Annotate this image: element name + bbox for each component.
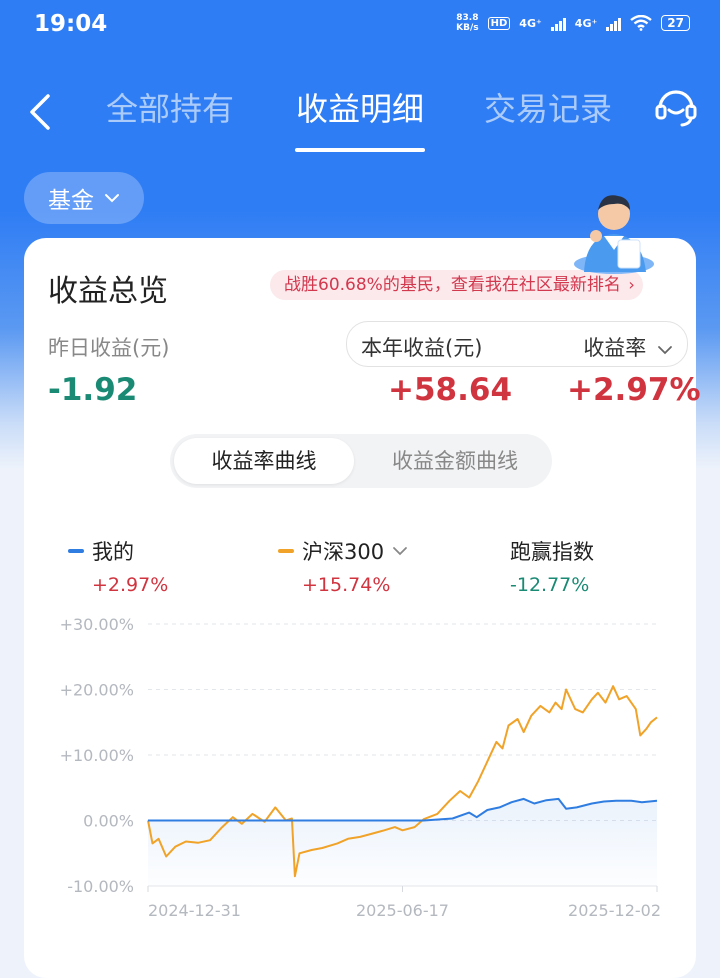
curve-type-toggle: 收益率曲线 收益金额曲线: [170, 434, 552, 488]
wifi-icon: [630, 15, 653, 31]
chevron-down-icon: [105, 194, 119, 203]
y-tick-label: -10.00%: [67, 877, 134, 896]
status-time: 19:04: [34, 11, 108, 37]
y-tick-label: +20.00%: [60, 681, 134, 700]
active-tab-indicator: [295, 148, 425, 152]
legend-value: -12.77%: [510, 574, 590, 596]
series-area-mine: [148, 798, 657, 886]
battery-icon: 27: [661, 15, 690, 31]
net-speed-value: 83.8: [456, 13, 479, 23]
sim1-label: 4G⁺: [519, 16, 542, 30]
legend-value: +2.97%: [92, 574, 169, 596]
y-tick-label: +30.00%: [60, 615, 134, 634]
y-tick-label: +10.00%: [60, 746, 134, 765]
tab-return-rate-curve[interactable]: 收益率曲线: [174, 438, 354, 484]
return-rate-value: +2.97%: [567, 372, 701, 408]
net-speed-unit: KB/s: [456, 23, 479, 33]
net-speed: 83.8 KB/s: [456, 13, 478, 33]
mascot-illustration: [574, 195, 654, 274]
legend-csi300[interactable]: 沪深300 +15.74%: [278, 536, 408, 596]
hd-icon: HD: [487, 16, 511, 30]
rate-label: 收益率: [583, 336, 647, 360]
sim2-label: 4G⁺: [574, 16, 598, 30]
year-earnings-label: 本年收益(元): [361, 336, 483, 360]
fund-type-dropdown[interactable]: 基金: [24, 172, 144, 224]
yesterday-earnings-value: -1.92: [48, 372, 138, 408]
tab-all-holdings[interactable]: 全部持有: [106, 84, 234, 130]
x-tick-label: 2025-06-17: [356, 901, 449, 920]
fund-type-label: 基金: [48, 188, 94, 214]
legend-mine: 我的 +2.97%: [68, 536, 168, 596]
chevron-right-icon: ›: [628, 275, 635, 294]
tab-earnings-detail[interactable]: 收益明细: [296, 84, 424, 130]
status-icons: 83.8 KB/s HD 4G⁺ 4G⁺ 27: [456, 13, 690, 33]
chevron-down-icon: [393, 547, 407, 556]
return-rate-chart: +30.00% +20.00% +10.00% 0.00% -10.00% 2024-12…: [60, 615, 661, 920]
x-tick-label: 2024-12-31: [148, 901, 241, 920]
rate-dropdown[interactable]: 收益率: [583, 332, 673, 362]
tab-transactions[interactable]: 交易记录: [484, 84, 612, 130]
signal-icon: [606, 15, 622, 31]
legend-name: 跑赢指数: [510, 540, 594, 564]
x-tick-label: 2025-12-02: [568, 901, 661, 920]
legend-excess: 跑赢指数 -12.77%: [510, 536, 594, 596]
overview-title: 收益总览: [48, 274, 168, 309]
community-rank-banner[interactable]: 战胜60.68%的基民，查看我在社区最新排名 ›: [270, 270, 643, 300]
back-icon[interactable]: [22, 80, 62, 140]
metric-selector: 本年收益(元) 收益率: [346, 321, 688, 367]
top-navigation: 全部持有 收益明细 交易记录: [0, 70, 720, 160]
tab-amount-curve[interactable]: 收益金额曲线: [364, 438, 546, 484]
signal-icon: [550, 15, 566, 31]
rank-banner-text: 战胜60.68%的基民，查看我在社区最新排名: [284, 275, 621, 295]
year-earnings-value: +58.64: [388, 372, 513, 408]
legend-name: 沪深300: [302, 540, 385, 564]
legend-name: 我的: [92, 540, 134, 564]
chevron-down-icon: [658, 346, 672, 355]
legend-value: +15.74%: [302, 574, 391, 596]
legend-swatch: [68, 549, 84, 553]
customer-service-icon[interactable]: [652, 82, 700, 130]
y-tick-label: 0.00%: [83, 812, 134, 831]
yesterday-earnings-label: 昨日收益(元): [48, 336, 170, 360]
status-bar: 19:04 83.8 KB/s HD 4G⁺ 4G⁺ 27: [0, 0, 720, 52]
earnings-overview-card: 收益总览 战胜60.68%的基民，查看我在社区最新排名 › 昨日收益(元) -1…: [24, 238, 701, 978]
legend-swatch: [278, 549, 294, 553]
